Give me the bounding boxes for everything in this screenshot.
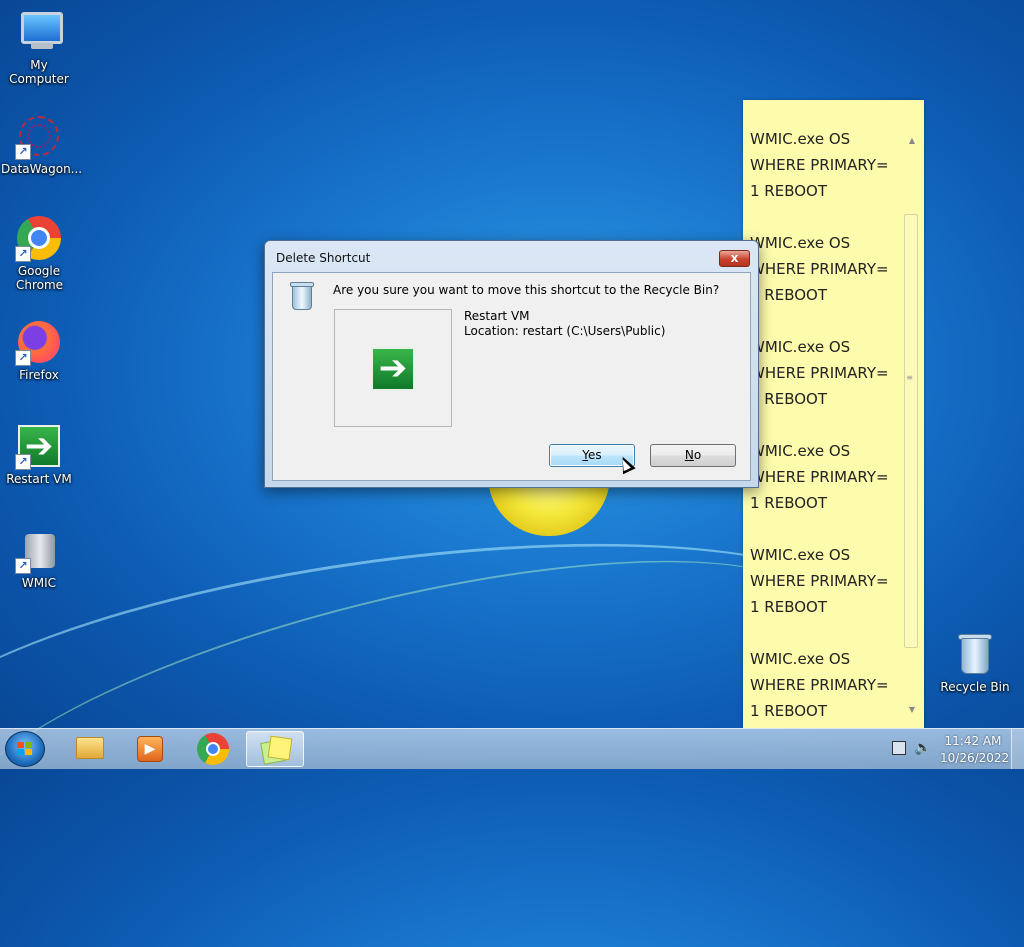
sticky-notes-icon bbox=[260, 735, 293, 765]
dialog-title: Delete Shortcut bbox=[276, 251, 371, 265]
computer-icon bbox=[15, 8, 63, 56]
desktop-icon-label: DataWagon... bbox=[1, 162, 83, 176]
desktop-icon-my-computer[interactable]: My Computer bbox=[1, 8, 77, 86]
sticky-line: 1 REBOOT bbox=[750, 598, 828, 616]
start-button[interactable] bbox=[5, 731, 45, 767]
no-accelerator: N bbox=[684, 448, 694, 462]
firefox-icon: ↗ bbox=[15, 318, 63, 366]
network-icon[interactable] bbox=[892, 741, 906, 755]
shortcut-arrow-icon: ↗ bbox=[15, 350, 31, 366]
shortcut-name: Restart VM bbox=[464, 309, 530, 323]
sticky-line: WHERE PRIMARY= bbox=[750, 260, 889, 278]
shortcut-location: Location: restart (C:\Users\Public) bbox=[464, 324, 666, 338]
recycle-bin-icon bbox=[289, 281, 315, 311]
taskbar-sticky-notes[interactable] bbox=[246, 731, 304, 767]
windows-logo-icon bbox=[17, 742, 33, 756]
datawagon-icon: ↗ bbox=[15, 112, 63, 160]
sticky-block: WMIC.exe OS WHERE PRIMARY= 1 REBOOT bbox=[750, 230, 910, 334]
scroll-up-icon[interactable]: ▲ bbox=[909, 136, 915, 145]
sticky-line: 1 REBOOT bbox=[750, 286, 828, 304]
scrollbar-grip-icon: ≡ bbox=[906, 373, 913, 382]
green-arrow-icon: ➔ ↗ bbox=[15, 422, 63, 470]
yes-label: es bbox=[588, 448, 602, 462]
shortcut-preview: ➔ bbox=[334, 309, 452, 427]
desktop-icon-label: WMIC bbox=[21, 576, 57, 590]
sticky-line: WMIC.exe OS bbox=[750, 546, 851, 564]
desktop-icon-restart-vm[interactable]: ➔ ↗ Restart VM bbox=[1, 422, 77, 486]
taskbar-chrome[interactable] bbox=[184, 731, 242, 767]
chrome-icon bbox=[197, 733, 229, 765]
wmic-icon: ↗ bbox=[15, 526, 63, 574]
desktop-icon-label: My Computer bbox=[9, 58, 69, 86]
sticky-line: WHERE PRIMARY= bbox=[750, 156, 889, 174]
sticky-line: WMIC.exe OS bbox=[750, 650, 851, 668]
desktop-icon-firefox[interactable]: ↗ Firefox bbox=[1, 318, 77, 382]
taskbar-media-player[interactable]: ▶ bbox=[120, 731, 178, 767]
clock-time[interactable]: 11:42 AM bbox=[944, 734, 1002, 748]
sticky-block: WMIC.exe OS WHERE PRIMARY= 1 REBOOT bbox=[750, 438, 910, 542]
close-button[interactable]: x bbox=[719, 250, 750, 267]
sticky-line: 1 REBOOT bbox=[750, 182, 828, 200]
sticky-line: WMIC.exe OS bbox=[750, 338, 851, 356]
media-player-icon: ▶ bbox=[137, 736, 163, 762]
no-label: o bbox=[693, 448, 702, 462]
sticky-block: WMIC.exe OS WHERE PRIMARY= 1 REBOOT bbox=[750, 542, 910, 646]
desktop-icon-datawagon[interactable]: ↗ DataWagon... bbox=[1, 112, 83, 176]
dialog-body: Are you sure you want to move this short… bbox=[272, 272, 751, 481]
desktop-icon-label: Recycle Bin bbox=[940, 680, 1010, 694]
sticky-line: WMIC.exe OS bbox=[750, 234, 851, 252]
sticky-note[interactable]: WMIC.exe OS WHERE PRIMARY= 1 REBOOT WMIC… bbox=[743, 100, 924, 728]
sticky-scrollbar[interactable] bbox=[904, 214, 918, 648]
taskbar: ▶ 🔈 11:42 AM 10/26/2022 bbox=[0, 728, 1024, 769]
sticky-line: WHERE PRIMARY= bbox=[750, 676, 889, 694]
confirm-question: Are you sure you want to move this short… bbox=[333, 283, 720, 297]
sticky-block: WMIC.exe OS WHERE PRIMARY= 1 REBOOT bbox=[750, 646, 910, 724]
chrome-icon: ↗ bbox=[15, 214, 63, 262]
shortcut-arrow-icon: ↗ bbox=[15, 558, 31, 574]
desktop-icon-label: Firefox bbox=[19, 368, 59, 382]
desktop-icon-wmic[interactable]: ↗ WMIC bbox=[1, 526, 77, 590]
desktop-icon-recycle-bin[interactable]: Recycle Bin bbox=[937, 630, 1013, 694]
desktop-icon-label: Google Chrome bbox=[16, 264, 64, 292]
shortcut-arrow-icon: ↗ bbox=[15, 144, 31, 160]
sticky-line: WMIC.exe OS bbox=[750, 442, 851, 460]
sticky-line: WHERE PRIMARY= bbox=[750, 364, 889, 382]
close-icon: x bbox=[730, 251, 739, 265]
sticky-block: WMIC.exe OS WHERE PRIMARY= 1 REBOOT bbox=[750, 334, 910, 438]
shortcut-arrow-icon: ↗ bbox=[15, 454, 31, 470]
desktop-icon-label: Restart VM bbox=[6, 472, 72, 486]
green-arrow-icon: ➔ bbox=[371, 347, 415, 391]
taskbar-windows-explorer[interactable] bbox=[60, 731, 118, 767]
volume-icon[interactable]: 🔈 bbox=[914, 741, 931, 755]
sticky-block: WMIC.exe OS WHERE PRIMARY= 1 REBOOT bbox=[750, 126, 910, 230]
recycle-bin-icon bbox=[951, 630, 999, 678]
show-desktop-button[interactable] bbox=[1011, 729, 1024, 769]
no-button[interactable]: No bbox=[650, 444, 736, 467]
windows-explorer-icon bbox=[76, 737, 104, 759]
sticky-line: WHERE PRIMARY= bbox=[750, 468, 889, 486]
sticky-line: 1 REBOOT bbox=[750, 390, 828, 408]
clock-date[interactable]: 10/26/2022 bbox=[940, 751, 1009, 765]
sticky-line: WHERE PRIMARY= bbox=[750, 572, 889, 590]
desktop-icon-google-chrome[interactable]: ↗ Google Chrome bbox=[1, 214, 77, 292]
sticky-line: 1 REBOOT bbox=[750, 494, 828, 512]
scroll-down-icon[interactable]: ▼ bbox=[909, 705, 915, 714]
shortcut-arrow-icon: ↗ bbox=[15, 246, 31, 262]
sticky-line: 1 REBOOT bbox=[750, 702, 828, 720]
sticky-note-content[interactable]: WMIC.exe OS WHERE PRIMARY= 1 REBOOT WMIC… bbox=[750, 126, 910, 726]
delete-shortcut-dialog[interactable]: Delete Shortcut x Are you sure you want … bbox=[264, 240, 759, 488]
sticky-line: WMIC.exe OS bbox=[750, 130, 851, 148]
